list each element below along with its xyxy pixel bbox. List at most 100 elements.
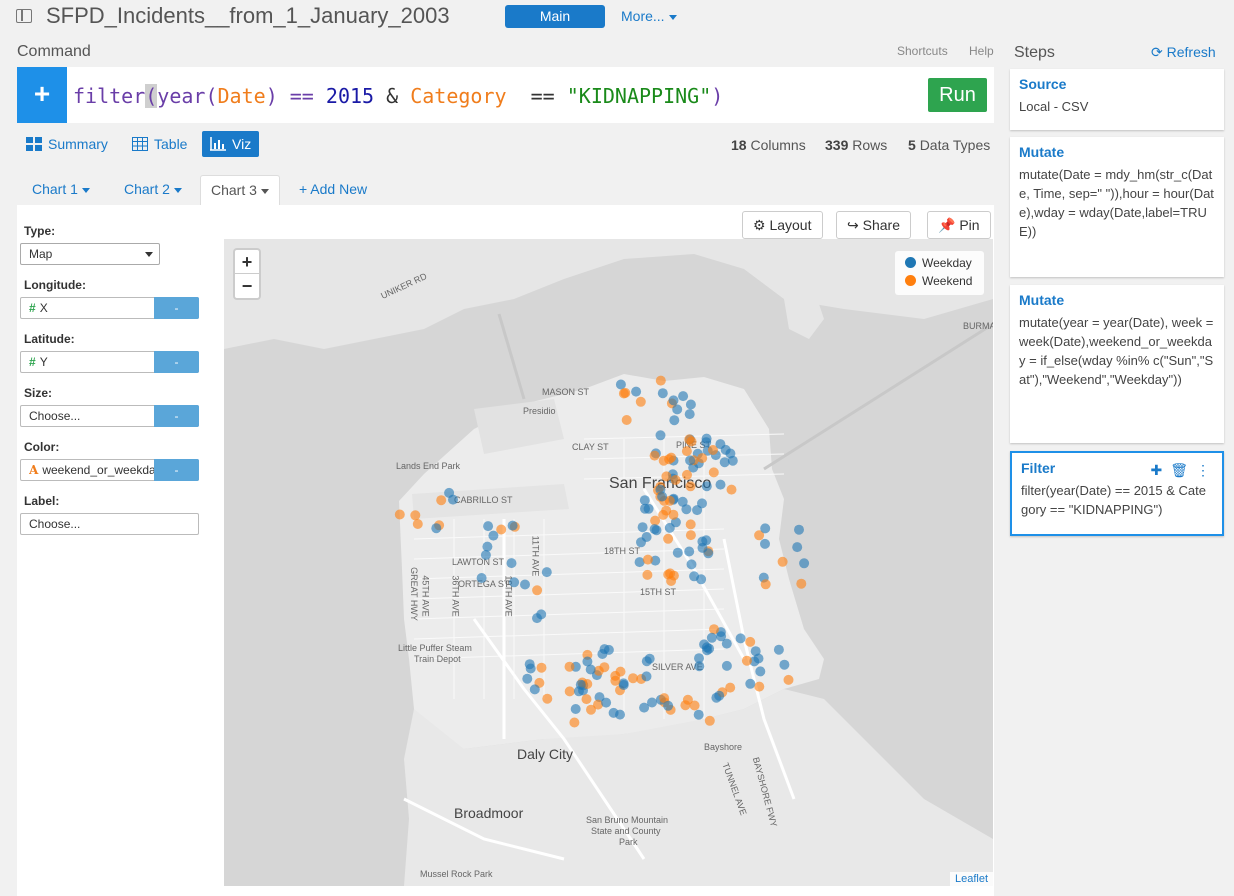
incident-point[interactable] bbox=[684, 546, 695, 557]
incident-point[interactable] bbox=[701, 437, 712, 448]
incident-point[interactable] bbox=[496, 524, 507, 535]
incident-point[interactable] bbox=[685, 481, 696, 492]
incident-point[interactable] bbox=[701, 481, 712, 492]
incident-point[interactable] bbox=[658, 509, 669, 520]
tab-chart-3[interactable]: Chart 3 bbox=[200, 175, 280, 206]
incident-point[interactable] bbox=[542, 693, 553, 704]
incident-point[interactable] bbox=[476, 573, 487, 583]
size-options-button[interactable]: - bbox=[154, 405, 199, 427]
data-frame-icon[interactable] bbox=[16, 9, 32, 23]
incident-point[interactable] bbox=[672, 547, 683, 558]
pin-button[interactable]: 📌 Pin bbox=[927, 211, 991, 239]
layout-button[interactable]: ⚙ Layout bbox=[742, 211, 823, 239]
incident-point[interactable] bbox=[697, 498, 707, 509]
incident-point[interactable] bbox=[570, 704, 581, 714]
incident-point[interactable] bbox=[697, 453, 708, 464]
incident-point[interactable] bbox=[631, 386, 642, 397]
incident-point[interactable] bbox=[668, 509, 679, 520]
incident-point[interactable] bbox=[754, 681, 765, 692]
step-mutate-2[interactable]: Mutate mutate(year = year(Date), week = … bbox=[1010, 285, 1224, 443]
incident-point[interactable] bbox=[564, 686, 575, 697]
incident-point[interactable] bbox=[582, 656, 593, 667]
shortcuts-link[interactable]: Shortcuts bbox=[897, 44, 948, 58]
incident-point[interactable] bbox=[666, 452, 677, 463]
incident-point[interactable] bbox=[599, 662, 610, 673]
incident-point[interactable] bbox=[715, 439, 726, 450]
incident-point[interactable] bbox=[482, 541, 493, 552]
incident-point[interactable] bbox=[714, 690, 725, 701]
leaflet-attribution-link[interactable]: Leaflet bbox=[949, 872, 993, 886]
incident-point[interactable] bbox=[661, 471, 672, 482]
incident-point[interactable] bbox=[685, 399, 696, 410]
incident-point[interactable] bbox=[520, 579, 530, 590]
chart-type-select[interactable]: Map bbox=[20, 243, 160, 265]
trash-icon[interactable]: 🗑 bbox=[1170, 462, 1188, 478]
latitude-field[interactable]: # Y - bbox=[20, 351, 199, 373]
incident-point[interactable] bbox=[621, 415, 632, 425]
incident-point[interactable] bbox=[620, 387, 631, 398]
incident-point[interactable] bbox=[694, 661, 705, 672]
incident-point[interactable] bbox=[681, 446, 692, 457]
incident-point[interactable] bbox=[715, 479, 726, 490]
incident-point[interactable] bbox=[483, 521, 494, 532]
incident-point[interactable] bbox=[760, 523, 771, 534]
incident-point[interactable] bbox=[644, 653, 655, 664]
incident-point[interactable] bbox=[783, 674, 794, 685]
color-options-button[interactable]: - bbox=[154, 459, 199, 481]
incident-point[interactable] bbox=[610, 675, 621, 686]
add-chart-tab[interactable]: + Add New bbox=[289, 175, 377, 205]
incident-point[interactable] bbox=[655, 375, 666, 386]
incident-point[interactable] bbox=[697, 542, 708, 553]
incident-point[interactable] bbox=[642, 554, 653, 565]
incident-point[interactable] bbox=[668, 395, 679, 406]
incident-point[interactable] bbox=[663, 700, 674, 711]
incident-point[interactable] bbox=[794, 524, 804, 535]
incident-point[interactable] bbox=[532, 585, 543, 596]
incident-point[interactable] bbox=[696, 574, 707, 585]
incident-point[interactable] bbox=[709, 624, 719, 635]
incident-point[interactable] bbox=[536, 609, 547, 620]
incident-point[interactable] bbox=[745, 636, 756, 647]
incident-point[interactable] bbox=[410, 510, 421, 521]
incident-point[interactable] bbox=[639, 495, 650, 506]
incident-point[interactable] bbox=[615, 666, 626, 677]
incident-point[interactable] bbox=[741, 655, 752, 666]
table-view-button[interactable]: Table bbox=[124, 131, 195, 157]
step-filter[interactable]: Filter ✚ 🗑 ⋮ filter(year(Date) == 2015 & C… bbox=[1010, 451, 1224, 536]
incident-point[interactable] bbox=[650, 515, 661, 526]
incident-point[interactable] bbox=[637, 522, 648, 533]
incident-point[interactable] bbox=[685, 455, 696, 466]
incident-point[interactable] bbox=[796, 578, 807, 589]
tab-chart-2[interactable]: Chart 2 bbox=[114, 175, 192, 205]
incident-point[interactable] bbox=[636, 537, 646, 548]
incident-point[interactable] bbox=[601, 697, 612, 708]
incident-point[interactable] bbox=[726, 484, 737, 495]
incident-point[interactable] bbox=[649, 524, 660, 535]
map-view[interactable]: San Francisco Daly City Broadmoor Presid… bbox=[224, 239, 993, 886]
incident-point[interactable] bbox=[444, 487, 455, 498]
incident-point[interactable] bbox=[663, 569, 674, 580]
incident-point[interactable] bbox=[777, 556, 788, 567]
incident-point[interactable] bbox=[685, 530, 696, 541]
command-input[interactable]: filter(year(Date) == 2015 & Category == … bbox=[73, 84, 723, 108]
zoom-out-button[interactable]: − bbox=[235, 274, 259, 298]
incident-point[interactable] bbox=[488, 530, 499, 541]
incident-point[interactable] bbox=[735, 633, 746, 644]
share-button[interactable]: ↪ Share bbox=[836, 211, 911, 239]
incident-point[interactable] bbox=[686, 559, 697, 570]
incident-point[interactable] bbox=[760, 538, 770, 549]
incident-point[interactable] bbox=[581, 694, 592, 705]
tab-chart-1[interactable]: Chart 1 bbox=[22, 175, 100, 205]
incident-point[interactable] bbox=[507, 520, 518, 531]
size-field[interactable]: Choose... - bbox=[20, 405, 199, 427]
main-branch-button[interactable]: Main bbox=[505, 5, 605, 28]
incident-point[interactable] bbox=[686, 436, 697, 447]
incident-point[interactable] bbox=[599, 644, 610, 655]
incident-point[interactable] bbox=[506, 558, 517, 569]
incident-point[interactable] bbox=[689, 700, 700, 711]
incident-point[interactable] bbox=[684, 409, 695, 420]
incident-point[interactable] bbox=[719, 457, 730, 468]
incident-point[interactable] bbox=[721, 660, 732, 671]
incident-point[interactable] bbox=[480, 550, 491, 560]
incident-point[interactable] bbox=[608, 707, 619, 718]
